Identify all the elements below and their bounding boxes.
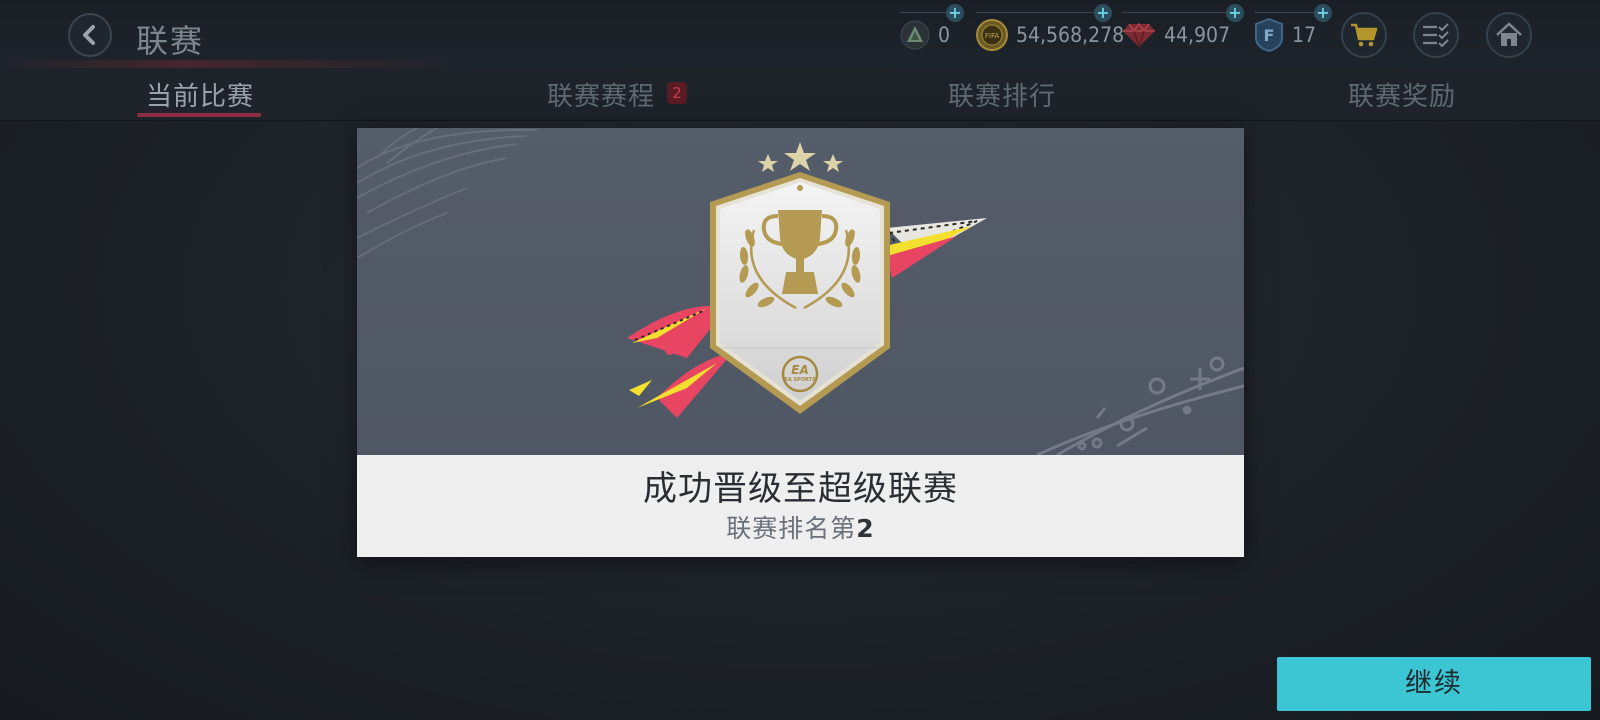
f-points-icon: F [1255, 18, 1283, 52]
svg-text:FIFA: FIFA [985, 32, 999, 40]
schedule-count-badge: 2 [667, 82, 687, 104]
svg-text:EA: EA [791, 363, 808, 377]
active-tab-indicator [137, 113, 261, 117]
tab-league-rewards[interactable]: 联赛奖励 [1348, 76, 1456, 113]
add-fifa-points-button[interactable]: + [1314, 4, 1332, 22]
coins-value: 54,568,278 [1016, 23, 1125, 47]
home-icon [1496, 22, 1522, 46]
promotion-dialog: EA EA SPORTS 成功晋级至超级联赛 联赛排名第2 [357, 128, 1244, 557]
tab-current-match[interactable]: 当前比赛 [146, 76, 254, 113]
header-glow [0, 60, 460, 68]
rank-line: 联赛排名第2 [357, 509, 1244, 545]
add-coins-button[interactable]: + [1094, 4, 1112, 22]
ea-sports-logo-text: EA SPORTS [784, 377, 816, 383]
promotion-title: 成功晋级至超级联赛 [643, 469, 958, 509]
tasks-button[interactable] [1413, 12, 1459, 58]
tab-league-ranking[interactable]: 联赛排行 [948, 76, 1056, 113]
fifa-points-counter[interactable]: + F 17 [1254, 4, 1332, 60]
tab-league-schedule[interactable]: 联赛赛程 [547, 76, 655, 113]
add-gems-button[interactable]: + [1226, 4, 1244, 22]
page-title: 联赛 [136, 22, 205, 60]
svg-text:F: F [1264, 26, 1275, 45]
add-energy-button[interactable]: + [946, 4, 964, 22]
gem-icon [1123, 22, 1155, 49]
chevron-left-icon [83, 25, 95, 45]
back-button[interactable] [68, 13, 112, 57]
top-bar: 联赛 + 0 + FIFA 54,568,278 + 44,907 + F 17 [0, 0, 1600, 69]
promotion-caption: 成功晋级至超级联赛 联赛排名第2 [357, 455, 1244, 557]
gems-value: 44,907 [1164, 23, 1231, 47]
energy-value: 0 [938, 23, 951, 47]
fifa-coin-icon: FIFA [976, 19, 1008, 51]
store-button[interactable] [1341, 12, 1387, 58]
energy-counter[interactable]: + 0 [900, 4, 964, 60]
cart-icon [1351, 23, 1378, 47]
coins-counter[interactable]: + FIFA 54,568,278 [976, 4, 1125, 60]
home-button[interactable] [1486, 12, 1532, 58]
checklist-icon [1423, 23, 1449, 47]
leaf-energy-icon [900, 20, 930, 50]
fifa-points-value: 17 [1292, 23, 1317, 47]
rank-label: 联赛排名第 [726, 514, 857, 543]
gems-counter[interactable]: + 44,907 [1122, 4, 1244, 60]
continue-button[interactable]: 继续 [1277, 657, 1591, 711]
rank-value: 2 [856, 514, 875, 543]
promotion-artwork: EA EA SPORTS [357, 128, 1244, 455]
